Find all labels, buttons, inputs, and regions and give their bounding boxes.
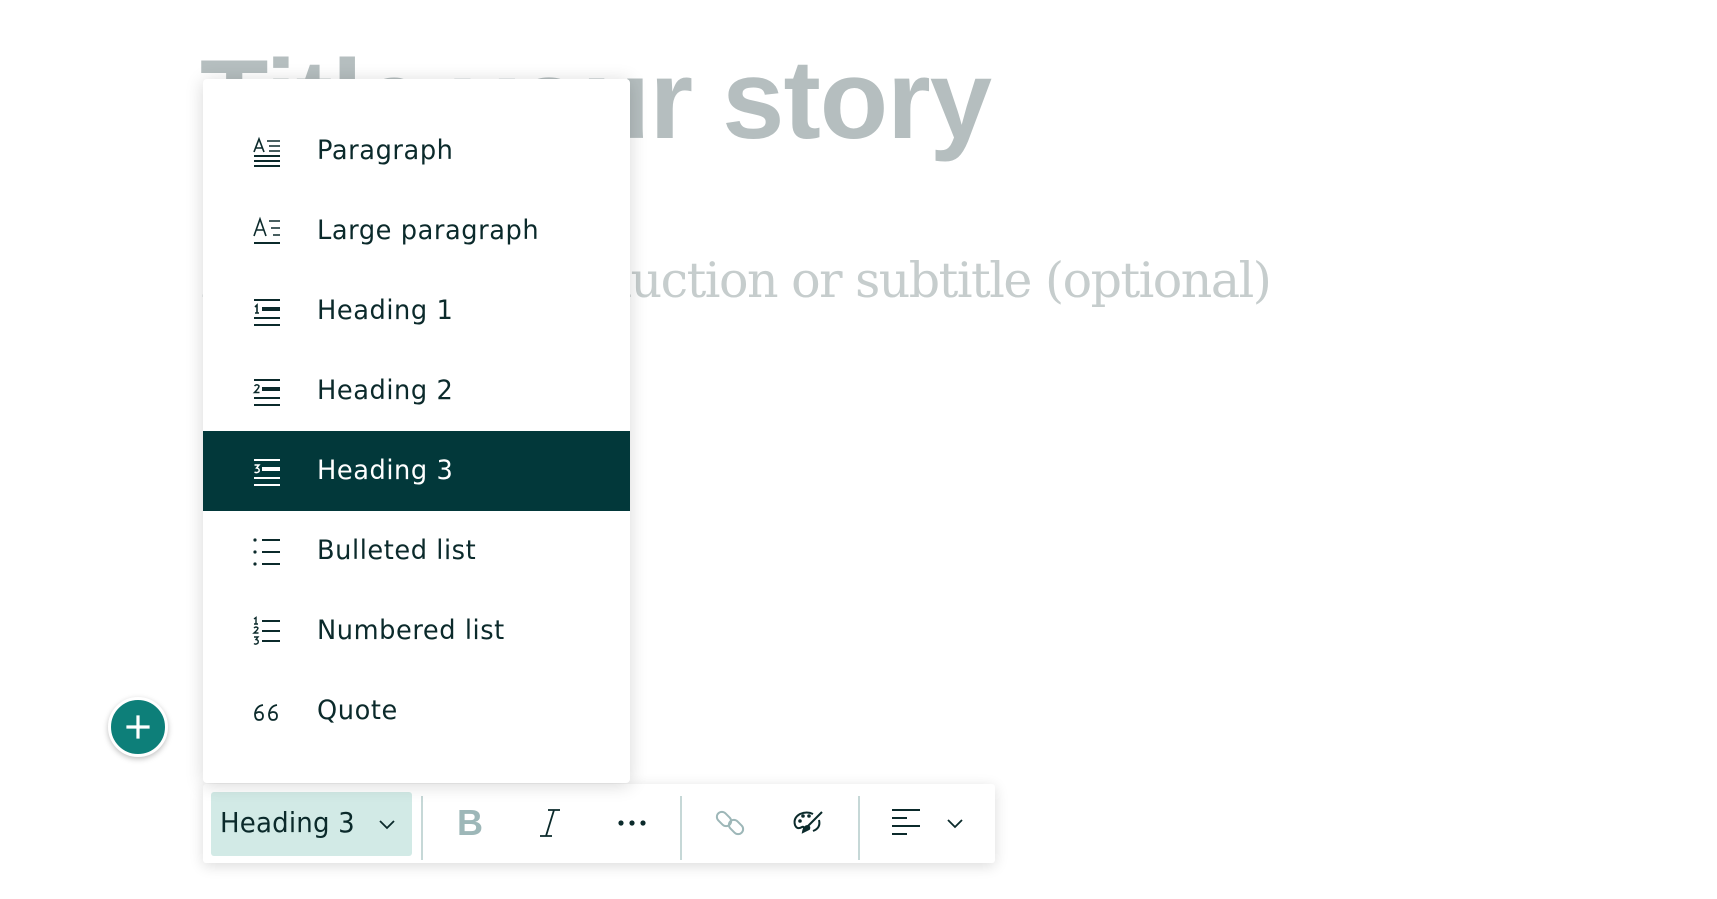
bold-icon: B bbox=[457, 802, 483, 843]
toolbar-divider bbox=[858, 796, 860, 860]
link-button[interactable] bbox=[705, 798, 755, 848]
toolbar-divider bbox=[680, 796, 682, 860]
block-type-dropdown[interactable]: Heading 3 bbox=[211, 792, 412, 856]
menu-item-large-paragraph[interactable]: Large paragraph bbox=[203, 191, 630, 271]
block-type-menu-list: Paragraph Large paragraph Heading 1 Head… bbox=[203, 111, 630, 751]
bold-button[interactable]: B bbox=[445, 798, 495, 848]
more-options-button[interactable] bbox=[607, 798, 657, 848]
plus-icon bbox=[126, 715, 150, 739]
paragraph-icon bbox=[251, 136, 283, 168]
more-horizontal-icon bbox=[618, 820, 646, 826]
chevron-down-icon bbox=[947, 819, 963, 829]
align-left-icon bbox=[892, 809, 920, 835]
menu-item-label: Paragraph bbox=[317, 135, 454, 166]
alignment-dropdown[interactable] bbox=[883, 798, 973, 848]
menu-item-numbered-list[interactable]: Numbered list bbox=[203, 591, 630, 671]
add-block-button[interactable] bbox=[108, 697, 168, 757]
link-icon bbox=[715, 810, 745, 836]
heading-1-icon bbox=[251, 296, 283, 328]
style-button[interactable] bbox=[783, 798, 833, 848]
italic-icon bbox=[540, 809, 560, 837]
menu-item-bulleted-list[interactable]: Bulleted list bbox=[203, 511, 630, 591]
menu-item-label: Large paragraph bbox=[317, 215, 540, 246]
block-type-value: Heading 3 bbox=[220, 806, 355, 839]
menu-item-label: Heading 2 bbox=[317, 375, 454, 406]
menu-item-label: Quote bbox=[317, 695, 398, 726]
menu-item-heading-2[interactable]: Heading 2 bbox=[203, 351, 630, 431]
menu-item-heading-1[interactable]: Heading 1 bbox=[203, 271, 630, 351]
menu-item-heading-3[interactable]: Heading 3 bbox=[203, 431, 630, 511]
block-type-menu: Paragraph Large paragraph Heading 1 Head… bbox=[203, 79, 630, 783]
menu-item-label: Bulleted list bbox=[317, 535, 477, 566]
menu-item-label: Heading 3 bbox=[317, 455, 454, 486]
palette-brush-icon bbox=[793, 811, 823, 834]
menu-item-label: Heading 1 bbox=[317, 295, 454, 326]
menu-item-paragraph[interactable]: Paragraph bbox=[203, 111, 630, 191]
heading-2-icon bbox=[251, 376, 283, 408]
bulleted-list-icon bbox=[251, 536, 283, 568]
formatting-toolbar: Heading 3 B bbox=[203, 784, 995, 863]
chevron-down-icon bbox=[379, 820, 395, 830]
toolbar-divider bbox=[421, 796, 423, 860]
quote-icon bbox=[251, 696, 283, 728]
menu-item-quote[interactable]: Quote bbox=[203, 671, 630, 751]
italic-button[interactable] bbox=[525, 798, 575, 848]
large-paragraph-icon bbox=[251, 216, 283, 248]
numbered-list-icon bbox=[251, 616, 283, 648]
heading-3-icon bbox=[251, 456, 283, 488]
menu-item-label: Numbered list bbox=[317, 615, 505, 646]
